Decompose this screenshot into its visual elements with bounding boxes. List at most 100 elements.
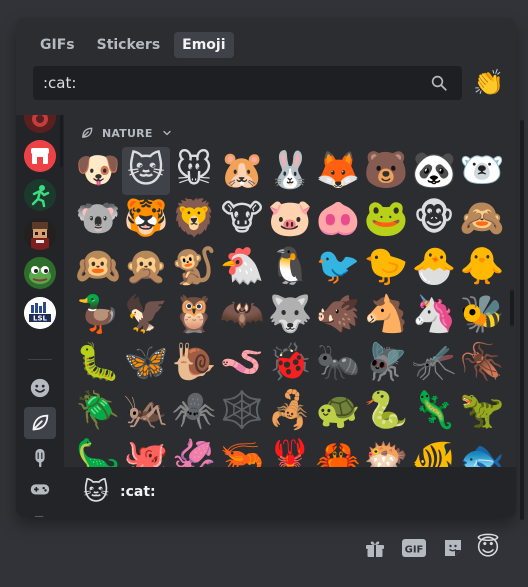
game-controller-icon <box>30 484 50 495</box>
server-icon-pepe[interactable] <box>24 257 56 289</box>
server-icon-store[interactable] <box>24 140 56 172</box>
emoji-cell[interactable]: 🦑 <box>170 435 218 468</box>
emoji-cell[interactable]: 🐻‍❄️ <box>458 147 506 195</box>
category-people[interactable] <box>24 372 56 404</box>
search-input[interactable] <box>33 66 413 100</box>
emoji-cell[interactable]: 🦅 <box>122 291 170 339</box>
emoji-cell[interactable]: 🦗 <box>122 387 170 435</box>
emoji-cell[interactable]: 🐒 <box>170 243 218 291</box>
emoji-cell[interactable]: 🦊 <box>314 147 362 195</box>
emoji-cell[interactable]: 🪳 <box>458 339 506 387</box>
emoji-cell[interactable]: 🦇 <box>218 291 266 339</box>
emoji-cell[interactable]: 🦁 <box>170 195 218 243</box>
emoji-cell[interactable]: 🐽 <box>314 195 362 243</box>
emoji-cell[interactable]: 🐻 <box>362 147 410 195</box>
tab-gifs[interactable]: GIFs <box>32 32 83 58</box>
picker-tabs: GIFs Stickers Emoji <box>32 32 234 58</box>
emoji-cell[interactable]: 🦕 <box>74 435 122 468</box>
emoji-cell[interactable]: 🪰 <box>362 339 410 387</box>
emoji-cell[interactable]: 🙈 <box>458 195 506 243</box>
emoji-cell[interactable]: 🐤 <box>362 243 410 291</box>
emoji-cell[interactable]: 🐠 <box>410 435 458 468</box>
emoji-cell[interactable]: 🐵 <box>410 195 458 243</box>
emoji-cell[interactable]: 🦐 <box>218 435 266 468</box>
emoji-cell[interactable]: 🦂 <box>266 387 314 435</box>
category-nature[interactable] <box>24 407 56 439</box>
category-activities[interactable] <box>24 473 56 505</box>
smiling-halo-icon: 😇 <box>476 535 500 561</box>
emoji-cell[interactable]: 🐛 <box>74 339 122 387</box>
server-icon-lsl[interactable]: LSL <box>24 297 56 329</box>
emoji-cell[interactable]: 🐹 <box>218 147 266 195</box>
guild-sidebar: LSL <box>16 115 64 517</box>
emoji-cell[interactable]: 🐷 <box>266 195 314 243</box>
emoji-cell[interactable]: 🦆 <box>74 291 122 339</box>
category-food[interactable] <box>24 442 56 474</box>
gif-button[interactable]: GIF <box>400 534 428 562</box>
emoji-picker: GIFs Stickers Emoji 👏 <box>16 18 516 517</box>
frog-face-icon <box>24 257 56 289</box>
emoji-cell[interactable]: 🐭 <box>170 147 218 195</box>
emoji-cell[interactable]: 🐜 <box>314 339 362 387</box>
emoji-cell[interactable]: 🦋 <box>122 339 170 387</box>
emoji-cell[interactable]: 🐶 <box>74 147 122 195</box>
emoji-cell[interactable]: 🦖 <box>458 387 506 435</box>
category-travel[interactable] <box>24 508 56 517</box>
emoji-cell[interactable]: 🐧 <box>266 243 314 291</box>
emoji-cell[interactable]: 🐼 <box>410 147 458 195</box>
emoji-cell[interactable]: 🙊 <box>122 243 170 291</box>
emoji-cell[interactable]: 🐟 <box>458 435 506 468</box>
emoji-cell[interactable]: 🐙 <box>122 435 170 468</box>
emoji-cell[interactable]: 🐥 <box>458 243 506 291</box>
emoji-scrollbar[interactable] <box>510 290 514 326</box>
server-icon-red-emblem[interactable] <box>24 115 56 133</box>
emoji-cell[interactable]: 🐸 <box>362 195 410 243</box>
chat-scrollbar[interactable] <box>520 120 524 520</box>
emoji-cell[interactable]: 🐡 <box>362 435 410 468</box>
sidebar-scrollbar[interactable] <box>60 115 63 167</box>
emoji-cell[interactable]: 🐣 <box>410 243 458 291</box>
emoji-cell[interactable]: 🦉 <box>170 291 218 339</box>
emoji-cell[interactable]: 🐨 <box>74 195 122 243</box>
emoji-preview-footer: 🐱 :cat: <box>64 467 516 517</box>
emoji-cell[interactable]: 🐝 <box>458 291 506 339</box>
emoji-cell[interactable]: 🦞 <box>266 435 314 468</box>
emoji-cell[interactable]: 🕸️ <box>218 387 266 435</box>
emoji-cell[interactable]: 🐍 <box>362 387 410 435</box>
random-emoji-button[interactable]: 👏 <box>472 66 506 100</box>
category-header-nature[interactable]: NATURE <box>80 123 173 143</box>
sticker-icon <box>445 540 461 556</box>
sticker-button[interactable] <box>439 534 467 562</box>
emoji-cell[interactable]: 🦀 <box>314 435 362 468</box>
emoji-cell[interactable]: 🪱 <box>218 339 266 387</box>
store-icon <box>24 140 56 172</box>
emoji-cell[interactable]: 🐞 <box>266 339 314 387</box>
server-icon-green-runner[interactable] <box>24 179 56 211</box>
emoji-cell[interactable]: 🪲 <box>74 387 122 435</box>
emoji-grid: 🐶 🐱 🐭 🐹 🐰 🦊 🐻 🐼 🐻‍❄️ 🐨 🐯 🦁 🐮 🐷 🐽 🐸 🐵 🙈 🙉 🙊 🐒 🐔 🐧 🐦 🐤 🐣 🐥 🦆 🦅 🦉 🦇 🐺 🐗 🐴 🦄 🐝 🐛… <box>74 147 506 467</box>
lsl-logo-icon: LSL <box>24 297 56 329</box>
emoji-button[interactable]: 😇 <box>474 534 502 562</box>
emoji-cell[interactable]: 🐺 <box>266 291 314 339</box>
emoji-cell[interactable]: 🐮 <box>218 195 266 243</box>
emoji-cell[interactable]: 🐰 <box>266 147 314 195</box>
emoji-cell[interactable]: 🐱 <box>122 147 170 195</box>
emoji-cell[interactable]: 🐦 <box>314 243 362 291</box>
emoji-cell[interactable]: 🕷️ <box>170 387 218 435</box>
emoji-cell[interactable]: 🦟 <box>410 339 458 387</box>
tab-stickers[interactable]: Stickers <box>89 32 169 58</box>
emoji-cell[interactable]: 🙉 <box>74 243 122 291</box>
leaf-icon <box>82 127 93 138</box>
server-icon-pixel-character[interactable] <box>24 218 56 250</box>
preview-emoji-name: :cat: <box>120 484 156 500</box>
emoji-cell[interactable]: 🦎 <box>410 387 458 435</box>
emoji-cell[interactable]: 🐯 <box>122 195 170 243</box>
emoji-cell[interactable]: 🐌 <box>170 339 218 387</box>
tab-emoji[interactable]: Emoji <box>174 32 234 58</box>
gift-button[interactable] <box>361 534 389 562</box>
emoji-cell[interactable]: 🐗 <box>314 291 362 339</box>
emoji-cell[interactable]: 🐴 <box>362 291 410 339</box>
emoji-cell[interactable]: 🐢 <box>314 387 362 435</box>
emoji-cell[interactable]: 🐔 <box>218 243 266 291</box>
emoji-cell[interactable]: 🦄 <box>410 291 458 339</box>
